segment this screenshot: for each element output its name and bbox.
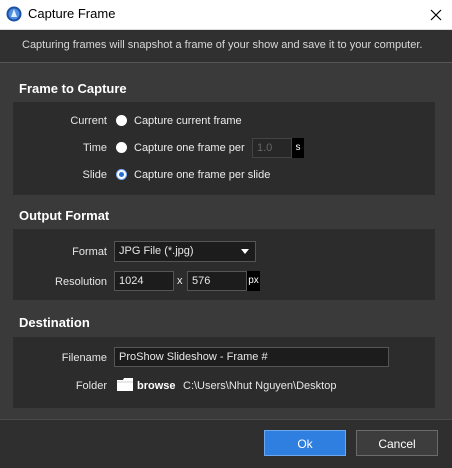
format-label: Format xyxy=(72,246,107,258)
time-option-text[interactable]: Capture one frame per xyxy=(134,142,245,154)
time-unit: s xyxy=(292,138,304,158)
slide-label: Slide xyxy=(82,169,107,181)
footer: Ok Cancel xyxy=(0,419,452,468)
time-interval-input[interactable]: 1.0 xyxy=(252,138,292,158)
cancel-button[interactable]: Cancel xyxy=(356,430,438,456)
capture-frame-dialog: Capture Frame Capturing frames will snap… xyxy=(0,0,452,468)
time-radio[interactable] xyxy=(116,142,127,153)
resolution-separator: x xyxy=(177,275,183,287)
current-radio[interactable] xyxy=(116,115,127,126)
destination-heading: Destination xyxy=(19,315,90,330)
chevron-down-icon xyxy=(241,249,249,254)
current-label: Current xyxy=(70,115,107,127)
frame-to-capture-panel: Current Capture current frame Time Captu… xyxy=(13,102,435,195)
output-format-heading: Output Format xyxy=(19,208,110,223)
slide-option-text[interactable]: Capture one frame per slide xyxy=(134,169,270,181)
width-input[interactable]: 1024 xyxy=(114,271,174,291)
folder-label: Folder xyxy=(75,380,107,392)
time-label: Time xyxy=(82,142,107,154)
window-title: Capture Frame xyxy=(28,6,116,21)
current-option-text[interactable]: Capture current frame xyxy=(134,115,242,127)
browse-button[interactable]: browse xyxy=(137,380,176,392)
filename-input[interactable]: ProShow Slideshow - Frame # xyxy=(114,347,389,367)
format-dropdown[interactable]: JPG File (*.jpg) xyxy=(114,241,256,262)
destination-panel: Filename ProShow Slideshow - Frame # Fol… xyxy=(13,337,435,408)
resolution-label: Resolution xyxy=(55,276,107,288)
description-text: Capturing frames will snapshot a frame o… xyxy=(22,39,423,51)
proshow-app-icon xyxy=(6,6,22,22)
close-icon xyxy=(430,9,442,20)
description-bar: Capturing frames will snapshot a frame o… xyxy=(0,30,452,63)
ok-button[interactable]: Ok xyxy=(264,430,346,456)
close-button[interactable] xyxy=(420,0,452,29)
slide-radio[interactable] xyxy=(116,169,127,180)
folder-path: C:\Users\Nhut Nguyen\Desktop xyxy=(183,380,337,392)
resolution-unit: px xyxy=(247,271,260,291)
title-bar: Capture Frame xyxy=(0,0,452,30)
frame-to-capture-heading: Frame to Capture xyxy=(19,81,127,96)
height-input[interactable]: 576 xyxy=(187,271,247,291)
format-value: JPG File (*.jpg) xyxy=(119,245,194,257)
output-format-panel: Format JPG File (*.jpg) Resolution 1024 … xyxy=(13,229,435,300)
folder-icon[interactable] xyxy=(117,378,133,391)
filename-label: Filename xyxy=(61,352,107,364)
